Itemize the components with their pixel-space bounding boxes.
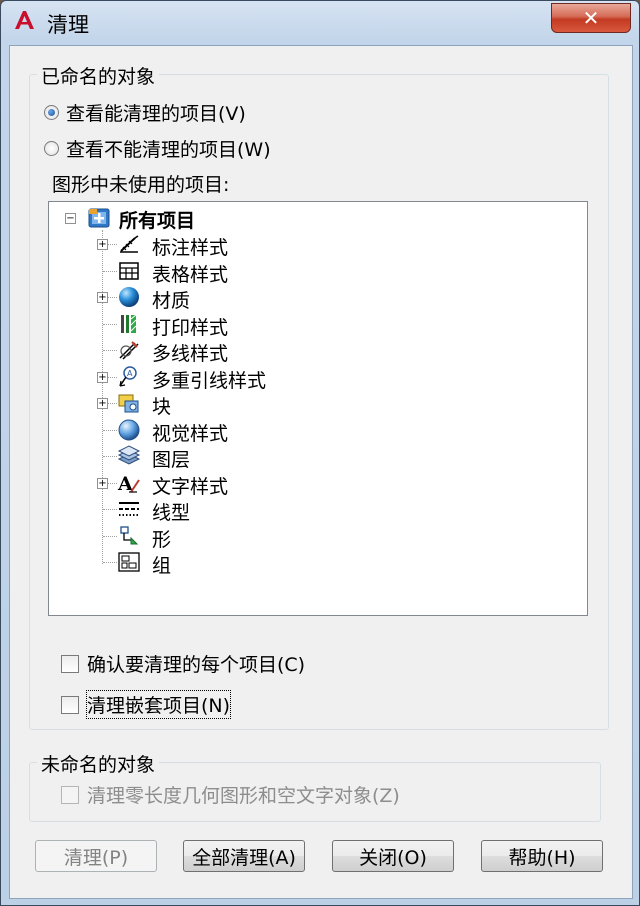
- close-button[interactable]: 关闭(O): [332, 840, 454, 872]
- purge-nested-label[interactable]: 清理嵌套项目(N): [85, 690, 232, 719]
- shape-icon: [120, 526, 139, 545]
- radio-view-purgeable[interactable]: 查看能清理的项目(V): [44, 99, 246, 126]
- tree-item-label[interactable]: 线型: [152, 498, 190, 525]
- linetype-icon: [119, 502, 139, 516]
- tree-item-label[interactable]: 视觉样式: [152, 419, 228, 446]
- expand-toggle-material[interactable]: +: [97, 292, 108, 303]
- unnamed-objects-legend: 未命名的对象: [37, 750, 160, 777]
- all-items-icon: [88, 208, 110, 228]
- confirm-each-label[interactable]: 确认要清理的每个项目(C): [87, 650, 305, 677]
- tree-caption: 图形中未使用的项目:: [52, 174, 230, 196]
- close-icon: ✕: [582, 6, 600, 30]
- tree-item-label[interactable]: 块: [152, 392, 171, 419]
- zero-length-box[interactable]: [61, 785, 79, 804]
- svg-text:A: A: [127, 369, 133, 378]
- tree-item-label[interactable]: 多重引线样式: [152, 366, 266, 393]
- radio-view-nonpurgeable[interactable]: 查看不能清理的项目(W): [44, 135, 271, 162]
- tree-item-label[interactable]: 标注样式: [152, 233, 228, 260]
- purge-all-button-label: 全部清理(A): [192, 846, 296, 869]
- root-collapse-toggle[interactable]: −: [65, 213, 76, 224]
- tree-item-label[interactable]: 组: [152, 551, 171, 578]
- help-button[interactable]: 帮助(H): [481, 840, 603, 872]
- multiline-style-icon: [119, 341, 139, 360]
- radio-view-purgeable-label[interactable]: 查看能清理的项目(V): [66, 99, 246, 126]
- purge-button[interactable]: 清理(P): [35, 840, 157, 872]
- purge-button-label: 清理(P): [63, 846, 129, 869]
- tree-connector: [103, 271, 117, 272]
- block-icon: [118, 394, 139, 413]
- tree-item-label[interactable]: 形: [152, 525, 171, 552]
- plot-style-icon: [121, 314, 137, 333]
- radio-view-nonpurgeable-dot[interactable]: [44, 141, 59, 156]
- group-icon: [118, 552, 140, 572]
- window-title: 清理: [47, 13, 89, 37]
- purge-all-button[interactable]: 全部清理(A): [183, 840, 305, 872]
- tree-item-label[interactable]: 打印样式: [152, 313, 228, 340]
- tree-connector: [103, 509, 117, 510]
- radio-view-nonpurgeable-label[interactable]: 查看不能清理的项目(W): [66, 135, 271, 162]
- text-style-icon: A: [117, 473, 140, 494]
- close-button-label: 关闭(O): [359, 846, 427, 869]
- tree-item-label[interactable]: 文字样式: [152, 472, 228, 499]
- tree-connector: [103, 456, 117, 457]
- zero-length-label[interactable]: 清理零长度几何图形和空文字对象(Z): [87, 781, 400, 808]
- autocad-icon: [15, 11, 34, 29]
- tree-connector: [102, 230, 103, 564]
- tree-item-label[interactable]: 图层: [152, 445, 190, 472]
- help-button-label: 帮助(H): [508, 846, 576, 869]
- expand-toggle-text-style[interactable]: +: [97, 478, 108, 489]
- dimension-style-icon: [120, 235, 139, 253]
- radio-view-purgeable-dot[interactable]: [44, 105, 59, 120]
- expand-toggle-multileader-style[interactable]: +: [97, 372, 108, 383]
- unused-items-tree[interactable]: − 所有项目 + 标注样式 表格样式 + 材质 打印样式 多线样式 + A 多重…: [48, 201, 588, 616]
- tree-connector: [103, 324, 117, 325]
- tree-root-label[interactable]: 所有项目: [119, 206, 195, 233]
- table-style-icon: [119, 262, 139, 280]
- layer-icon: [117, 445, 141, 465]
- confirm-each-checkbox[interactable]: 确认要清理的每个项目(C): [61, 650, 305, 677]
- expand-toggle-block[interactable]: +: [97, 398, 108, 409]
- purge-nested-checkbox[interactable]: 清理嵌套项目(N): [61, 690, 232, 719]
- tree-item-label[interactable]: 多线样式: [152, 339, 228, 366]
- confirm-each-box[interactable]: [61, 654, 79, 673]
- zero-length-checkbox[interactable]: 清理零长度几何图形和空文字对象(Z): [61, 781, 400, 808]
- tree-connector: [103, 350, 117, 351]
- purge-dialog-window: 清理 ✕ 已命名的对象 查看能清理的项目(V) 查看不能清理的项目(W) 图形中…: [0, 0, 640, 906]
- material-icon: [119, 287, 139, 307]
- title-bar[interactable]: 清理 ✕: [1, 1, 639, 45]
- named-objects-legend: 已命名的对象: [37, 62, 160, 89]
- multileader-style-icon: A: [119, 366, 137, 387]
- close-window-button[interactable]: ✕: [551, 3, 631, 33]
- tree-connector: [103, 562, 117, 563]
- tree-item-label[interactable]: 材质: [152, 286, 190, 313]
- tree-item-label[interactable]: 表格样式: [152, 260, 228, 287]
- dialog-client-area: 已命名的对象 查看能清理的项目(V) 查看不能清理的项目(W) 图形中未使用的项…: [9, 45, 633, 899]
- expand-toggle-dimension-style[interactable]: +: [97, 239, 108, 250]
- visual-style-icon: [118, 419, 140, 441]
- tree-connector: [103, 536, 117, 537]
- tree-connector: [103, 430, 117, 431]
- purge-nested-box[interactable]: [61, 695, 79, 714]
